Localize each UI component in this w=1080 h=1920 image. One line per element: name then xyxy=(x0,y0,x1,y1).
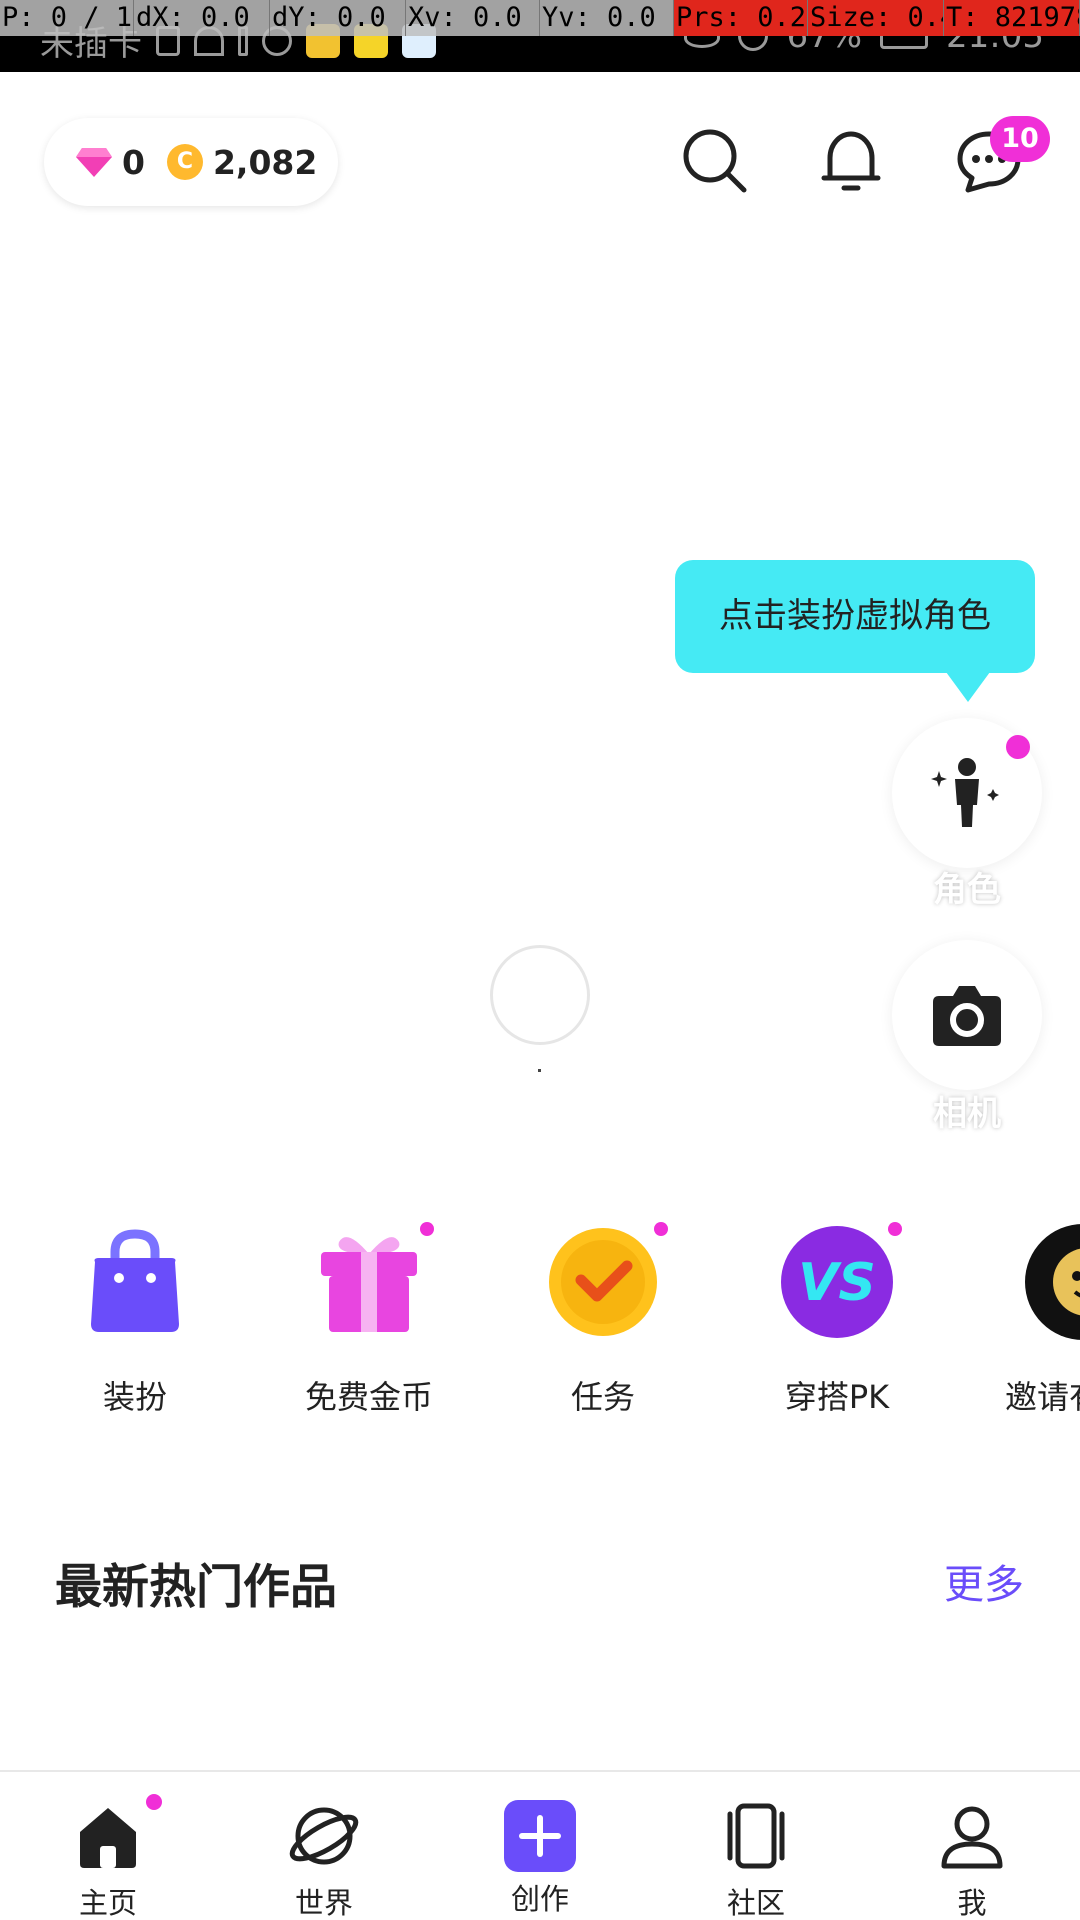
bottom-nav: 主页 世界 创作 社区 我 xyxy=(0,1770,1080,1920)
shortcut-outfit-pk[interactable]: VS 穿搭PK xyxy=(757,1222,917,1418)
nav-create[interactable]: 创作 xyxy=(480,1800,600,1918)
tooltip-tail xyxy=(946,672,990,702)
character-icon xyxy=(931,758,999,827)
more-link[interactable]: 更多 xyxy=(944,1552,1024,1610)
outfit-pk-new-dot xyxy=(888,1222,902,1236)
shortcut-label: 邀请有 xyxy=(1005,1378,1080,1416)
shortcut-tasks[interactable]: 任务 xyxy=(523,1222,683,1418)
nav-home[interactable]: 主页 xyxy=(48,1800,168,1920)
nav-label: 社区 xyxy=(726,1886,785,1920)
debug-dy: dY: 0.0 xyxy=(270,0,406,36)
nav-me[interactable]: 我 xyxy=(912,1800,1032,1920)
debug-time: T: 821978 xyxy=(944,0,1080,36)
loading-dot xyxy=(538,1069,541,1072)
planet-icon xyxy=(289,1807,359,1865)
free-coins-new-dot xyxy=(420,1222,434,1236)
touch-debug-overlay: P: 0 / 1 dX: 0.0 dY: 0.0 Xv: 0.0 Yv: 0.0… xyxy=(0,0,1080,36)
shortcut-label: 任务 xyxy=(570,1378,635,1416)
coin-count: 2,082 xyxy=(212,142,318,182)
debug-pressure: Prs: 0.20 xyxy=(674,0,808,36)
task-check-icon xyxy=(549,1228,657,1336)
section-title: 最新热门作品 xyxy=(55,1560,337,1615)
dress-up-tooltip[interactable]: 点击装扮虚拟角色 xyxy=(675,560,1035,673)
create-button xyxy=(504,1800,576,1872)
status-bar: 未插卡 67% 21:05 P: 0 / 1 dX: 0.0 dY: 0.0 X… xyxy=(0,0,1080,72)
debug-pointer: P: 0 / 1 xyxy=(0,0,134,36)
gem-count: 0 xyxy=(122,142,145,182)
nav-community[interactable]: 社区 xyxy=(696,1800,816,1920)
tasks-new-dot xyxy=(654,1222,668,1236)
loading-spinner xyxy=(490,945,590,1045)
debug-yv: Yv: 0.0 xyxy=(540,0,674,36)
shortcut-label: 穿搭PK xyxy=(784,1378,890,1416)
camera-button[interactable] xyxy=(892,940,1042,1090)
nav-label: 创作 xyxy=(510,1882,569,1916)
shortcut-invite[interactable]: 邀请有 xyxy=(991,1222,1080,1418)
gem-icon xyxy=(76,148,112,177)
coin-icon: C xyxy=(166,144,203,180)
vs-icon: VS xyxy=(781,1226,893,1338)
shortcut-dress-up[interactable]: 装扮 xyxy=(55,1222,215,1418)
profile-icon xyxy=(941,1806,1003,1869)
shortcut-label: 免费金币 xyxy=(304,1378,433,1416)
plus-icon xyxy=(519,1815,561,1857)
shortcut-free-coins[interactable]: 免费金币 xyxy=(289,1222,449,1418)
home-new-dot xyxy=(146,1794,162,1810)
shopping-bag-icon xyxy=(91,1229,179,1332)
debug-xv: Xv: 0.0 xyxy=(406,0,540,36)
character-new-dot xyxy=(1006,735,1030,759)
gift-icon xyxy=(321,1237,417,1332)
nav-label: 主页 xyxy=(78,1886,137,1920)
cards-icon xyxy=(727,1803,785,1869)
debug-size: Size: 0.40 xyxy=(808,0,944,36)
message-badge: 10 xyxy=(990,116,1050,162)
character-label: 角色 xyxy=(933,870,1001,910)
svg-text:VS: VS xyxy=(798,1253,876,1313)
nav-world[interactable]: 世界 xyxy=(264,1800,384,1920)
nav-label: 世界 xyxy=(294,1886,353,1920)
home-icon xyxy=(80,1808,136,1868)
camera-label: 相机 xyxy=(933,1094,1001,1134)
camera-icon xyxy=(933,986,1001,1046)
shortcut-label: 装扮 xyxy=(102,1378,167,1416)
search-icon[interactable] xyxy=(680,126,750,196)
invite-icon xyxy=(1025,1224,1080,1340)
bell-icon[interactable] xyxy=(816,126,886,196)
debug-dx: dX: 0.0 xyxy=(134,0,270,36)
nav-label: 我 xyxy=(957,1886,987,1920)
wallet-pill[interactable]: 0 C 2,082 xyxy=(44,118,338,206)
